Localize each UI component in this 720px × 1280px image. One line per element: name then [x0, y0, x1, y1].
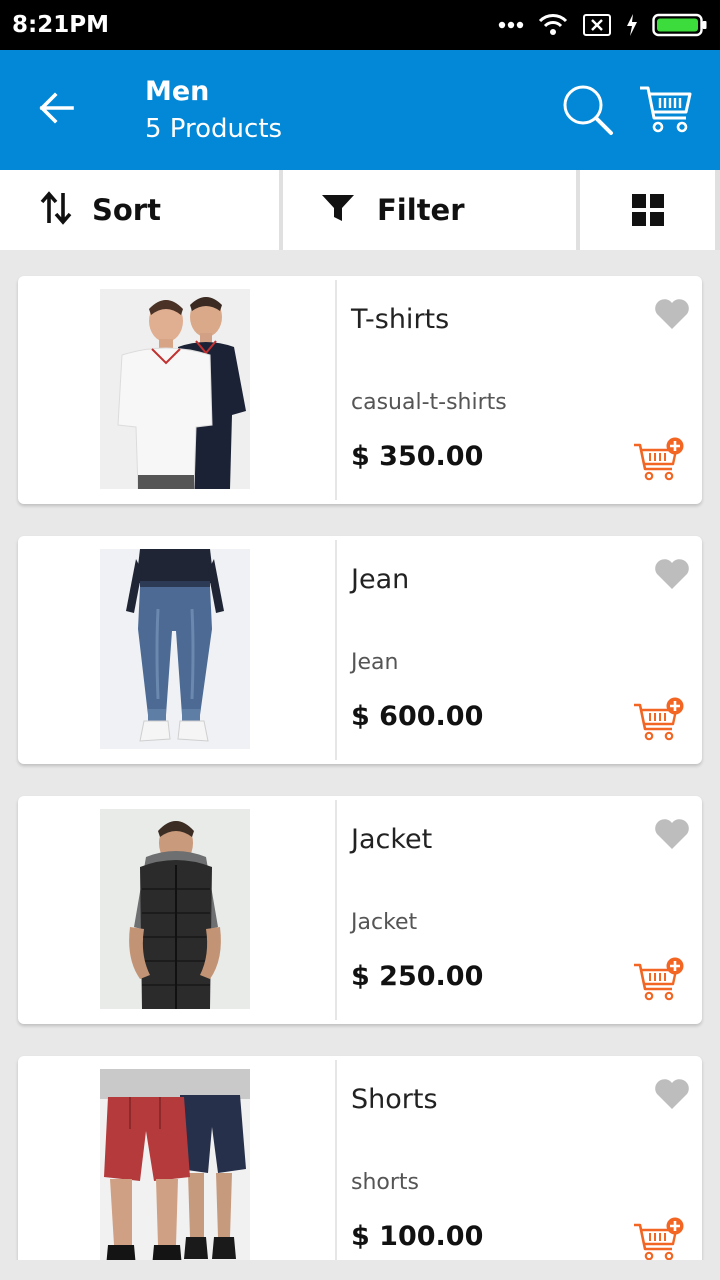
card-divider	[335, 280, 337, 500]
product-card[interactable]: Shorts shorts $ 100.00	[18, 1056, 702, 1260]
product-list: T-shirts casual-t-shirts $ 350.00 Jean J…	[0, 250, 720, 1260]
product-name[interactable]: Shorts	[351, 1084, 438, 1115]
jean-photo	[100, 549, 250, 749]
sort-label: Sort	[92, 193, 161, 227]
card-divider	[335, 540, 337, 760]
more-dots-icon	[498, 21, 524, 29]
add-to-cart-button[interactable]	[632, 1217, 684, 1260]
wishlist-button[interactable]	[654, 818, 694, 854]
product-name[interactable]: Jacket	[351, 824, 432, 855]
app-bar: Men 5 Products	[0, 50, 720, 170]
status-icons	[498, 10, 708, 40]
sort-button[interactable]: Sort	[0, 170, 279, 250]
product-image-jean[interactable]	[100, 549, 250, 749]
charging-icon	[627, 14, 637, 36]
product-price: $ 350.00	[351, 441, 484, 472]
product-card[interactable]: Jacket Jacket $ 250.00	[18, 796, 702, 1024]
jacket-photo	[100, 809, 250, 1009]
product-card[interactable]: Jean Jean $ 600.00	[18, 536, 702, 764]
no-sim-icon	[583, 14, 611, 36]
search-button[interactable]	[558, 80, 618, 140]
wifi-icon	[538, 14, 568, 35]
shorts-photo	[100, 1069, 250, 1260]
product-price: $ 600.00	[351, 701, 484, 732]
cart-icon	[640, 86, 692, 133]
page-title: Men	[145, 76, 210, 107]
status-time: 8:21PM	[12, 12, 109, 38]
add-to-cart-icon	[634, 1217, 684, 1260]
heart-icon	[655, 819, 689, 849]
product-price: $ 250.00	[351, 961, 484, 992]
product-category: casual-t-shirts	[351, 390, 507, 415]
heart-icon	[655, 299, 689, 329]
card-divider	[335, 1060, 337, 1260]
product-category: Jean	[351, 650, 399, 675]
product-card[interactable]: T-shirts casual-t-shirts $ 350.00	[18, 276, 702, 504]
wishlist-button[interactable]	[654, 558, 694, 594]
add-to-cart-icon	[634, 697, 684, 741]
filter-button[interactable]: Filter	[283, 170, 576, 250]
add-to-cart-icon	[634, 957, 684, 1001]
heart-icon	[655, 1079, 689, 1109]
add-to-cart-button[interactable]	[632, 437, 684, 481]
add-to-cart-button[interactable]	[632, 957, 684, 1001]
arrow-back-icon	[39, 92, 74, 124]
filter-icon-wrap	[321, 193, 355, 228]
status-bar: 8:21PM	[0, 0, 720, 50]
add-to-cart-button[interactable]	[632, 697, 684, 741]
product-image-shorts[interactable]	[100, 1069, 250, 1260]
product-category: shorts	[351, 1170, 419, 1195]
product-name[interactable]: Jean	[351, 564, 409, 595]
product-price: $ 100.00	[351, 1221, 484, 1252]
filter-label: Filter	[377, 193, 465, 227]
bottom-edge	[0, 1260, 720, 1280]
sort-icon	[40, 190, 72, 225]
wishlist-button[interactable]	[654, 1078, 694, 1114]
cart-button[interactable]	[636, 80, 696, 140]
back-button[interactable]	[28, 80, 84, 136]
add-to-cart-icon	[634, 437, 684, 481]
sort-icon-wrap	[40, 190, 72, 230]
search-icon	[563, 85, 613, 135]
sort-filter-toolbar: Sort Filter	[0, 170, 720, 250]
heart-icon	[655, 559, 689, 589]
card-divider	[335, 800, 337, 1020]
tshirts-photo	[100, 289, 250, 489]
wishlist-button[interactable]	[654, 298, 694, 334]
product-image-tshirts[interactable]	[100, 289, 250, 489]
product-name[interactable]: T-shirts	[351, 304, 449, 335]
battery-icon	[652, 13, 707, 37]
product-category: Jacket	[351, 910, 418, 935]
grid-view-button[interactable]	[580, 170, 715, 250]
filter-icon	[322, 194, 354, 221]
product-image-jacket[interactable]	[100, 809, 250, 1009]
product-count: 5 Products	[145, 114, 283, 144]
grid-view-icon	[631, 194, 664, 226]
